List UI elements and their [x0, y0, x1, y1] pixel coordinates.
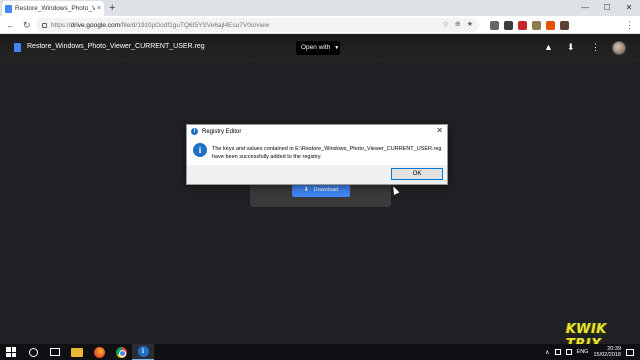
file-type-icon: [14, 43, 21, 52]
dialog-body: i The keys and values contained in E:\Re…: [187, 138, 447, 167]
start-button[interactable]: [0, 344, 22, 360]
regedit-icon: i: [137, 346, 149, 357]
window-controls: — ☐ ✕: [574, 0, 640, 16]
dialog-message-line2: have been successfully added to the regi…: [212, 154, 322, 160]
dialog-message: The keys and values contained in E:\Rest…: [212, 145, 444, 161]
dialog-title: Registry Editor: [202, 128, 242, 135]
volume-icon[interactable]: [565, 349, 572, 355]
task-view-icon: [50, 348, 60, 356]
regedit-title-icon: i: [191, 128, 198, 135]
search-icon: [28, 347, 38, 357]
file-name: Restore_Windows_Photo_Viewer_CURRENT_USE…: [27, 43, 205, 50]
browser-menu-icon[interactable]: ⋮: [625, 18, 634, 32]
registry-editor-dialog: i Registry Editor ✕ i The keys and value…: [186, 124, 448, 185]
drive-viewer-header: Restore_Windows_Photo_Viewer_CURRENT_USE…: [0, 35, 640, 61]
firefox-icon: [93, 346, 105, 358]
ok-button[interactable]: OK: [391, 168, 443, 180]
download-icon[interactable]: ⬇: [567, 41, 575, 53]
bookmarked-icon[interactable]: ★: [467, 21, 473, 28]
info-icon: i: [193, 143, 207, 157]
taskbar-firefox[interactable]: [88, 344, 110, 360]
dialog-message-line1: The keys and values contained in E:\Rest…: [212, 146, 442, 152]
mouse-cursor-icon: [390, 185, 400, 195]
extension-icon[interactable]: [532, 20, 541, 30]
extension-icons: [490, 18, 569, 32]
url-domain: drive.google.com: [70, 21, 121, 29]
input-language[interactable]: ENG: [577, 349, 589, 355]
browser-tab[interactable]: Restore_Windows_Photo_Viewe ×: [2, 1, 104, 16]
url-path: /file/d/19z0pOodf1guTQ6t5YSVe6ajl4Esu7V0…: [120, 21, 270, 29]
omnibox-actions: ☆ ⊕ ★: [439, 18, 473, 32]
avatar[interactable]: [612, 41, 626, 55]
taskbar-file-explorer[interactable]: [66, 344, 88, 360]
task-view-button[interactable]: [44, 344, 66, 360]
chevron-down-icon: ▼: [334, 45, 340, 51]
zoom-icon[interactable]: ⊕: [455, 21, 461, 28]
system-tray: ∧ ENG 20:39 15/02/2018: [545, 344, 634, 360]
extension-icon[interactable]: [546, 20, 555, 30]
search-button[interactable]: [22, 344, 44, 360]
tab-close-icon[interactable]: ×: [97, 5, 101, 12]
back-button[interactable]: ←: [6, 18, 15, 32]
taskbar-clock[interactable]: 20:39 15/02/2018: [593, 346, 621, 358]
bookmark-star-icon[interactable]: ☆: [443, 21, 449, 28]
drive-file-favicon-icon: [5, 4, 12, 13]
dialog-footer: OK: [187, 165, 447, 184]
dialog-titlebar[interactable]: i Registry Editor ✕: [187, 125, 447, 138]
download-arrow-icon: ⬇: [303, 187, 309, 193]
download-label: Download: [313, 187, 339, 193]
extension-icon[interactable]: [518, 20, 527, 30]
close-window-button[interactable]: ✕: [618, 0, 640, 16]
url-scheme: https://: [51, 21, 71, 29]
taskbar-registry-editor[interactable]: i: [132, 344, 154, 360]
maximize-button[interactable]: ☐: [596, 0, 618, 16]
clock-date: 15/02/2018: [593, 352, 621, 358]
tray-chevron-icon[interactable]: ∧: [545, 349, 549, 356]
new-tab-button[interactable]: +: [109, 1, 115, 15]
network-icon[interactable]: [554, 349, 561, 355]
open-with-button[interactable]: Open with ▼: [296, 41, 340, 55]
minimize-button[interactable]: —: [574, 0, 596, 16]
more-actions-icon[interactable]: ⋮: [591, 41, 600, 53]
extension-icon[interactable]: [560, 20, 569, 30]
action-center-icon[interactable]: [626, 348, 634, 356]
lock-icon: [42, 22, 47, 28]
extension-icon[interactable]: [504, 20, 513, 30]
folder-icon: [71, 347, 83, 357]
taskbar-chrome[interactable]: [110, 344, 132, 360]
tab-strip: Restore_Windows_Photo_Viewe × + — ☐ ✕: [0, 0, 640, 16]
extension-icon[interactable]: [490, 20, 499, 30]
windows-logo-icon: [6, 347, 16, 357]
chrome-icon: [115, 346, 127, 358]
open-with-label: Open with: [301, 44, 331, 51]
reload-button[interactable]: ↻: [23, 18, 31, 32]
download-button[interactable]: ⬇ Download: [292, 184, 350, 197]
add-to-drive-icon[interactable]: ▲: [544, 41, 553, 53]
tab-title: Restore_Windows_Photo_Viewe: [15, 5, 95, 12]
dialog-close-button[interactable]: ✕: [436, 126, 443, 135]
address-bar[interactable]: https:// drive.google.com /file/d/19z0pO…: [36, 18, 479, 32]
browser-toolbar: ← ↻ https:// drive.google.com /file/d/19…: [0, 16, 640, 34]
windows-taskbar: i: [0, 344, 640, 360]
